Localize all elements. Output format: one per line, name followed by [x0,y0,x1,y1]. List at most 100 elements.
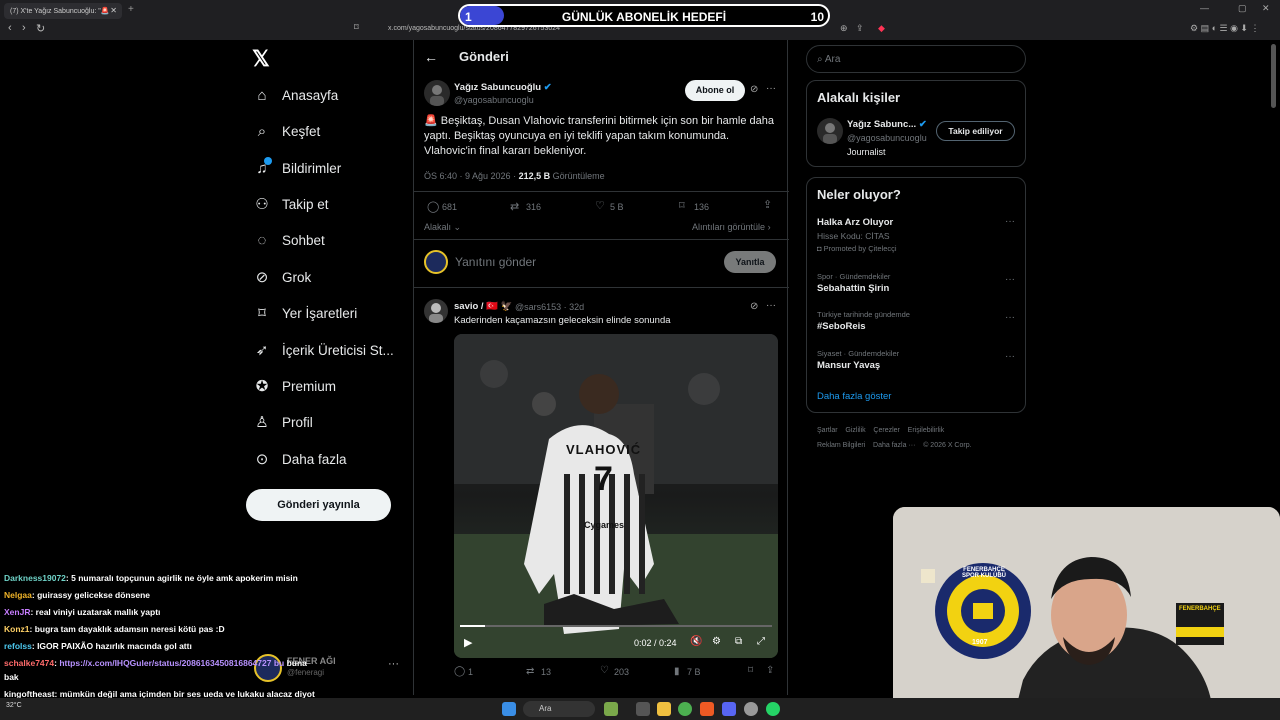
maximize-icon[interactable]: ▢ [1238,3,1247,14]
chrome-icon[interactable] [678,702,692,716]
chat-username[interactable]: XenJR [4,607,30,617]
sidebar-item-person[interactable]: ♙ Profil [252,409,313,435]
sidebar-item-grok[interactable]: ⊘ Grok [252,264,312,290]
taskbar-search[interactable]: Ara [523,701,595,717]
weather-widget[interactable]: 32°C [6,702,22,709]
close-tab-icon[interactable]: ✕ [110,6,117,15]
post-button[interactable]: Gönderi yayınla [246,489,391,521]
chat-username[interactable]: refolss [4,641,32,651]
reply-button[interactable]: Yanıtla [724,251,776,273]
settings-icon[interactable]: ⚙ [712,636,721,647]
play-icon[interactable]: ▶ [464,636,472,649]
reply-like-icon[interactable]: ♡ [600,665,609,676]
page-scrollbar[interactable] [1271,44,1276,108]
trend-more-icon[interactable]: ··· [1005,274,1015,285]
footer-link[interactable]: Şartlar [817,427,838,434]
reply-author-avatar[interactable] [424,299,448,323]
reload-icon[interactable]: ↻ [36,22,45,35]
forward-icon[interactable]: › [22,22,26,34]
obs-icon[interactable] [744,702,758,716]
sort-dropdown[interactable]: Alakalı ⌄ [424,222,461,233]
trend-item[interactable]: Halka Arz Oluyor Hisse Kodu: CİTAS ◘ Pro… [817,217,897,253]
grok-small-icon[interactable]: ⊘ [750,84,758,95]
task-view-icon[interactable] [636,702,650,716]
reply-bookmark-icon[interactable]: ⌑ [748,665,753,676]
follow-button[interactable]: Abone ol [685,80,745,101]
trend-more-icon[interactable]: ··· [1005,351,1015,362]
extensions-icon[interactable]: ⚙ ▤ ◐ ☰ ◉ ⬇ ⋮ [1190,23,1259,34]
chat-username[interactable]: Nelgaa [4,590,32,600]
video-player[interactable]: VLAHOVIĆ 7 Cygames ▶ 0:02 / 0:24 🔇 ⚙ ⧉ ⤢ [454,334,778,658]
reply-repost-icon[interactable]: ⇄ [526,666,534,677]
discord-icon[interactable] [722,702,736,716]
trend-more-icon[interactable]: ··· [1005,216,1015,227]
share-icon[interactable]: ⇪ [856,23,864,34]
search-input[interactable]: ⌕ Ara [806,45,1026,73]
sidebar-item-search[interactable]: ⌕ Keşfet [252,118,320,144]
close-window-icon[interactable]: ✕ [1262,3,1270,14]
brave-taskbar-icon[interactable] [700,702,714,716]
fullscreen-icon[interactable]: ⤢ [757,636,765,647]
trend-more-icon[interactable]: ··· [1005,312,1015,323]
author-name[interactable]: Yağız Sabuncuoğlu ✔ [454,82,552,93]
reply-share-icon[interactable]: ⇪ [766,665,774,676]
footer-link[interactable]: Çerezler [873,427,899,434]
footer-link[interactable]: Daha fazla ··· [873,442,915,449]
like-icon[interactable]: ♡ [595,199,605,212]
new-tab-icon[interactable]: + [128,4,134,15]
start-icon[interactable] [502,702,516,716]
share-tweet-icon[interactable]: ⇪ [763,198,772,211]
sidebar-item-verified[interactable]: ✪ Premium [252,373,336,399]
chat-link[interactable]: https://x.com/IHQGuler/status/2086163450… [59,658,284,668]
back-icon[interactable]: ‹ [8,22,12,34]
chat-username[interactable]: schalke7474 [4,658,54,668]
chat-username[interactable]: Darkness19072 [4,573,66,583]
footer-link[interactable]: Erişilebilirlik [908,427,945,434]
chat-username[interactable]: Konz1 [4,624,30,634]
following-button[interactable]: Takip ediliyor [936,121,1015,141]
footer-link[interactable]: Gizlilik [845,427,865,434]
minimize-icon[interactable]: — [1200,3,1209,13]
view-quotes-link[interactable]: Alıntıları görüntüle › [692,222,771,232]
mute-icon[interactable]: 🔇 [690,636,702,647]
sidebar-item-follow[interactable]: ⚇ Takip et [252,191,328,217]
back-arrow-icon[interactable]: ← [424,49,438,65]
trend-item[interactable]: Siyaset · Gündemdekiler Mansur Yavaş [817,349,899,371]
author-handle[interactable]: @yagosabuncuoglu [454,95,534,105]
x-logo-icon[interactable]: 𝕏 [252,46,270,72]
zoom-icon[interactable]: ⊕ [840,23,848,34]
related-name[interactable]: Yağız Sabunc... ✔ [847,119,927,130]
tweet-more-icon[interactable]: ··· [766,83,776,94]
author-avatar[interactable] [424,80,450,106]
sidebar-item-chat[interactable]: ◌ Sohbet [252,227,325,253]
trend-item[interactable]: Spor · Gündemdekiler Sebahattin Şirin [817,272,890,294]
repost-icon[interactable]: ⇄ [510,200,519,213]
sidebar-item-bookmark[interactable]: ⌑ Yer İşaretleri [252,300,357,326]
account-more-icon[interactable]: ··· [388,658,399,670]
reply-author-name[interactable]: savio / 🇹🇷 🦅 [454,301,513,312]
sidebar-item-more[interactable]: ⊙ Daha fazla [252,446,347,472]
reply-input[interactable]: Yanıtını gönder [455,255,536,269]
file-explorer-icon[interactable] [657,702,671,716]
reply-views-icon[interactable]: ▮ [674,666,680,677]
reply-more-icon[interactable]: ··· [766,300,776,311]
reply-reply-icon[interactable]: ◯ [454,666,465,677]
related-handle[interactable]: @yagosabuncuoglu [847,133,927,143]
bookmark-icon[interactable]: ⌑ [679,199,685,212]
sidebar-item-rocket[interactable]: ➶ İçerik Üreticisi St... [252,337,394,363]
pip-icon[interactable]: ⧉ [735,636,742,647]
bookmark-page-icon[interactable]: ⌑ [354,22,359,33]
video-progress-track[interactable] [460,625,772,627]
show-more-link[interactable]: Daha fazla göster [817,391,891,402]
reply-icon[interactable]: ◯ [427,200,439,213]
widgets-icon[interactable] [604,702,618,716]
sidebar-item-home[interactable]: ⌂ Anasayfa [252,82,338,108]
browser-tab[interactable]: (7) X'te Yağız Sabuncuoğlu: "🚨 ✕ [4,3,122,19]
whatsapp-icon[interactable] [766,702,780,716]
footer-link[interactable]: Reklam Bilgileri [817,442,865,449]
brave-icon[interactable]: ◆ [878,23,885,34]
reply-grok-icon[interactable]: ⊘ [750,301,758,312]
related-avatar[interactable] [817,118,843,144]
reply-handle[interactable]: @sars6153 · 32d [515,302,584,312]
trend-item[interactable]: Türkiye tarihinde gündemde #SeboReis [817,310,910,332]
